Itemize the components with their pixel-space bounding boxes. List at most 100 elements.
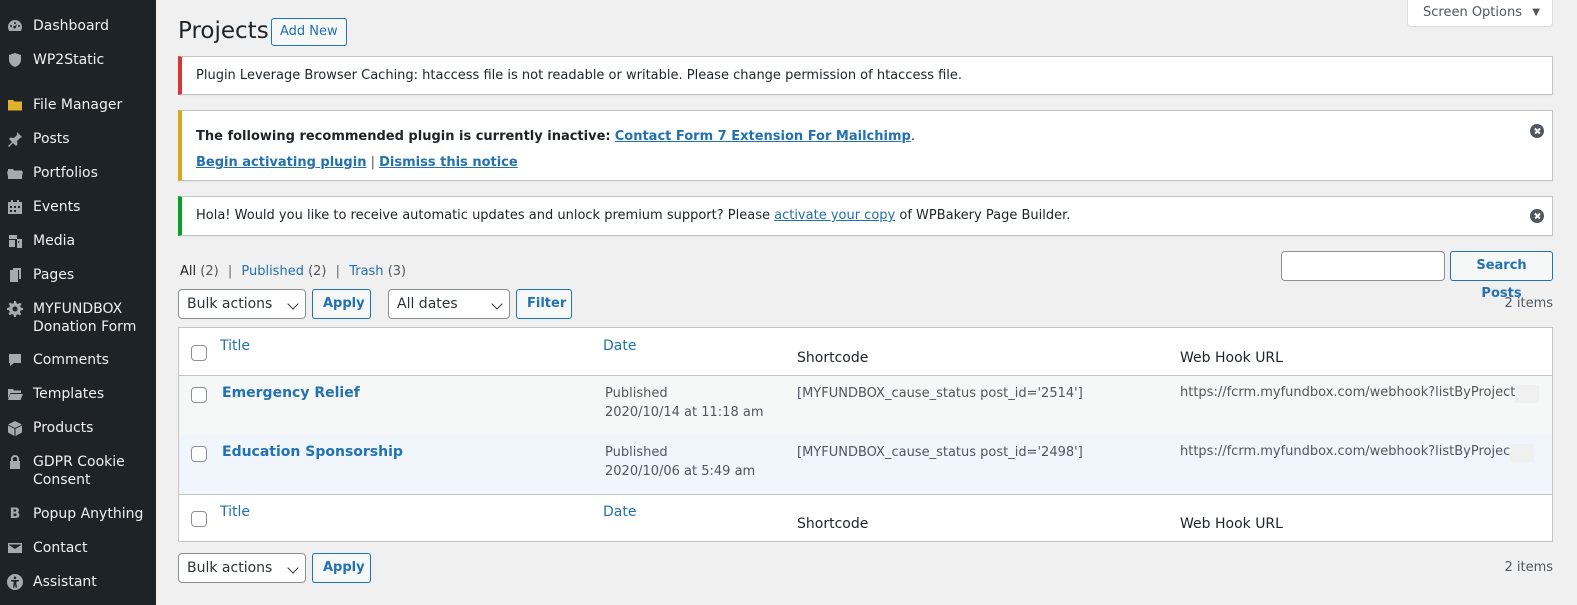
screen-options-label: Screen Options <box>1423 5 1522 20</box>
row-checkbox[interactable] <box>191 446 207 462</box>
sidebar-item-dashboard[interactable]: Dashboard <box>0 17 156 35</box>
column-date-sort[interactable]: Date <box>603 504 636 520</box>
column-shortcode: Shortcode <box>797 516 869 532</box>
sidebar-item-comments[interactable]: Comments <box>0 351 156 369</box>
view-published[interactable]: Published <box>241 264 304 279</box>
redacted-block <box>1510 444 1534 462</box>
folder-icon <box>5 96 25 114</box>
sidebar-item-assistant[interactable]: Assistant <box>0 573 156 591</box>
sidebar-item-file-manager[interactable]: File Manager <box>0 96 156 114</box>
folder-open-icon <box>5 385 25 403</box>
search-input[interactable] <box>1281 251 1445 281</box>
plugin-link[interactable]: Contact Form 7 Extension For Mailchimp <box>615 129 911 144</box>
table-row: Education Sponsorship Published 2020/10/… <box>179 435 1552 494</box>
projects-table: Title Date Shortcode Web Hook URL Emerge… <box>178 327 1553 542</box>
success-notice-line: Hola! Would you like to receive automati… <box>196 207 1070 225</box>
warning-notice: The following recommended plugin is curr… <box>178 110 1553 181</box>
media-icon <box>5 232 25 250</box>
begin-activating-link[interactable]: Begin activating plugin <box>196 155 366 170</box>
sidebar-item-label: Popup Anything <box>33 506 144 522</box>
status-views: All (2) | Published (2) | Trash (3) <box>180 264 406 280</box>
bulk-actions-select-bottom[interactable]: Bulk actions <box>178 553 306 583</box>
views-separator: | <box>227 264 233 279</box>
pages-icon <box>5 266 25 284</box>
screen-options-button[interactable]: Screen Options ▼ <box>1407 0 1553 27</box>
chevron-down-icon <box>287 298 299 310</box>
chevron-down-icon <box>287 562 299 574</box>
accessibility-icon <box>5 573 25 591</box>
pushpin-icon <box>5 130 25 148</box>
calendar-icon <box>5 198 25 216</box>
comment-icon <box>5 351 25 369</box>
sidebar-item-label: WP2Static <box>33 52 105 68</box>
bulk-actions-value: Bulk actions <box>187 560 273 576</box>
column-date-sort[interactable]: Date <box>603 338 636 354</box>
sidebar-item-label: Events <box>33 199 81 215</box>
dashboard-icon <box>5 17 25 35</box>
warning-notice-line: The following recommended plugin is curr… <box>196 128 915 146</box>
dismiss-notice-link[interactable]: Dismiss this notice <box>379 155 518 170</box>
table-header: Title Date Shortcode Web Hook URL <box>179 328 1552 376</box>
dismiss-icon[interactable] <box>1530 209 1544 223</box>
sidebar-item-templates[interactable]: Templates <box>0 385 156 403</box>
sidebar-item-label: File Manager <box>33 97 123 113</box>
select-all-checkbox[interactable] <box>191 345 207 361</box>
sidebar-item-label: Portfolios <box>33 165 98 181</box>
date-filter-value: All dates <box>397 296 458 312</box>
sidebar-item-label: Pages <box>33 267 75 283</box>
sidebar-item-label: Contact <box>33 540 88 556</box>
dismiss-icon[interactable] <box>1530 124 1544 138</box>
lock-icon <box>5 453 25 471</box>
chevron-down-icon <box>491 298 503 310</box>
sidebar-item-pages[interactable]: Pages <box>0 266 156 284</box>
apply-button[interactable]: Apply <box>312 289 371 319</box>
column-title-sort[interactable]: Title <box>220 504 250 520</box>
sidebar-item-products[interactable]: Products <box>0 419 156 437</box>
row-date: 2020/10/06 at 5:49 am <box>605 464 756 479</box>
sidebar-item-portfolios[interactable]: Portfolios <box>0 164 156 182</box>
view-trash[interactable]: Trash <box>349 264 383 279</box>
table-row: Emergency Relief Published 2020/10/14 at… <box>179 376 1552 435</box>
sidebar-item-media[interactable]: Media <box>0 232 156 250</box>
view-all-count: (2) <box>200 264 219 279</box>
sidebar-item-contact[interactable]: Contact <box>0 539 156 557</box>
row-title-link[interactable]: Education Sponsorship <box>222 444 403 460</box>
view-all[interactable]: All <box>180 264 196 279</box>
page-title: Projects <box>178 18 269 44</box>
row-date: 2020/10/14 at 11:18 am <box>605 405 764 420</box>
activate-copy-link[interactable]: activate your copy <box>774 208 895 223</box>
row-status: Published <box>605 386 668 401</box>
admin-sidebar: Dashboard WP2Static File Manager Posts P… <box>0 0 156 605</box>
actions-separator: | <box>370 155 375 170</box>
envelope-icon <box>5 539 25 557</box>
sidebar-item-popup-anything[interactable]: B Popup Anything <box>0 505 156 523</box>
apply-button-bottom[interactable]: Apply <box>312 553 371 583</box>
search-posts-button[interactable]: Search Posts <box>1450 251 1553 301</box>
main-content: Projects Add New Screen Options ▼ Plugin… <box>156 0 1577 605</box>
filter-button[interactable]: Filter <box>516 289 572 319</box>
row-webhook-url: https://fcrm.myfundbox.com/webhook?listB… <box>1180 444 1510 459</box>
warning-actions: Begin activating plugin | Dismiss this n… <box>196 154 518 172</box>
b-icon: B <box>9 506 21 522</box>
row-shortcode: [MYFUNDBOX_cause_status post_id='2498'] <box>797 445 1083 460</box>
sidebar-item-label: GDPR Cookie Consent <box>33 454 125 488</box>
column-webhook: Web Hook URL <box>1180 350 1283 366</box>
sidebar-item-label: MYFUNDBOX Donation Form <box>33 301 137 335</box>
sidebar-item-gdpr-cookie-consent[interactable]: GDPR Cookie Consent <box>0 453 156 489</box>
row-title-link[interactable]: Emergency Relief <box>222 385 360 401</box>
date-filter-select[interactable]: All dates <box>388 289 510 319</box>
sidebar-item-myfundbox-donation-form[interactable]: MYFUNDBOX Donation Form <box>0 300 156 336</box>
bulk-actions-select[interactable]: Bulk actions <box>178 289 306 319</box>
sidebar-item-events[interactable]: Events <box>0 198 156 216</box>
success-notice-suffix: of WPBakery Page Builder. <box>899 208 1071 223</box>
row-checkbox[interactable] <box>191 387 207 403</box>
warning-notice-text: The following recommended plugin is curr… <box>196 129 611 144</box>
shield-icon <box>5 51 25 69</box>
column-title-sort[interactable]: Title <box>220 338 250 354</box>
sidebar-item-wp2static[interactable]: WP2Static <box>0 51 156 69</box>
sidebar-item-posts[interactable]: Posts <box>0 130 156 148</box>
row-shortcode: [MYFUNDBOX_cause_status post_id='2514'] <box>797 386 1083 401</box>
success-notice-text: Hola! Would you like to receive automati… <box>196 208 770 223</box>
select-all-checkbox[interactable] <box>191 511 207 527</box>
add-new-button[interactable]: Add New <box>271 18 347 46</box>
